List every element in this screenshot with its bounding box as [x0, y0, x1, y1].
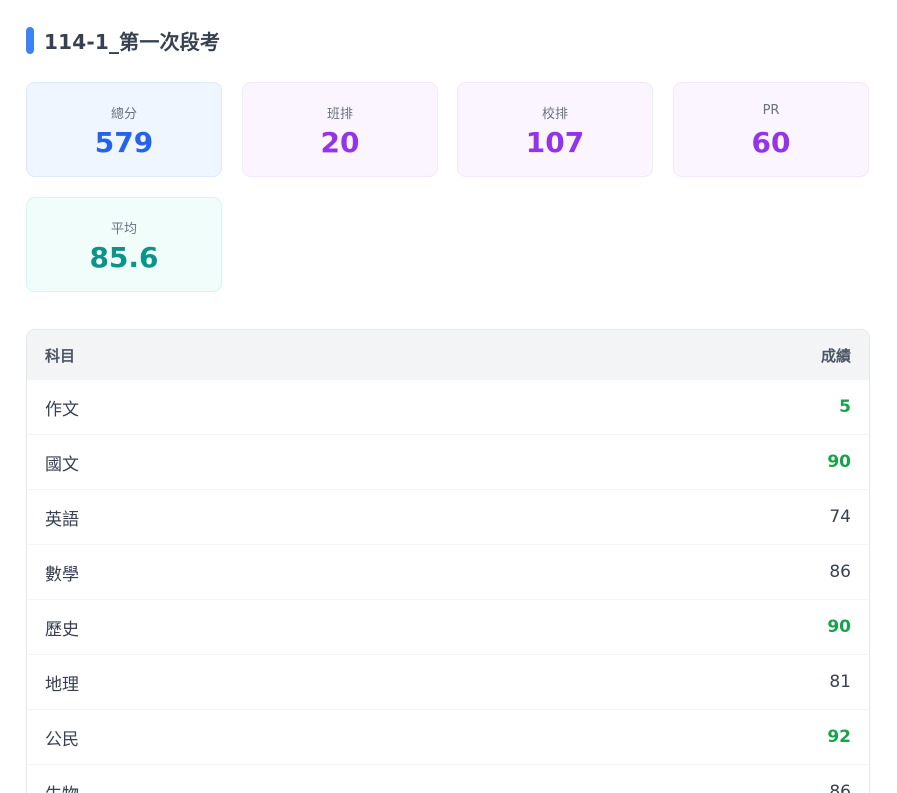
stat-label-school-rank: 校排: [541, 107, 568, 122]
table-row: 數學 86: [27, 545, 869, 600]
row-subject: 國文: [45, 454, 79, 475]
row-subject: 數學: [45, 564, 79, 585]
row-score: 86: [829, 782, 851, 793]
stat-label-pr: PR: [762, 103, 780, 118]
table-row: 國文 90: [27, 435, 869, 490]
scores-table: 科目 成績 作文 5 國文 90 英語 74 數學 86 歷史 90 地理 81…: [26, 329, 870, 793]
table-header: 科目 成績: [27, 330, 869, 380]
row-score: 5: [839, 397, 851, 417]
stat-value-class-rank: 20: [320, 126, 360, 159]
stat-label-class-rank: 班排: [326, 107, 353, 122]
row-subject: 歷史: [45, 619, 79, 640]
row-score: 92: [827, 727, 851, 747]
exam-results-page: 114-1_第一次段考 總分 579 班排 20 校排 107 PR 60 平均…: [0, 0, 897, 793]
stat-label-total: 總分: [110, 107, 137, 122]
table-row: 英語 74: [27, 490, 869, 545]
page-header: 114-1_第一次段考: [26, 26, 220, 54]
row-subject: 公民: [45, 729, 79, 750]
row-score: 90: [827, 452, 851, 472]
row-score: 90: [827, 617, 851, 637]
stat-value-pr: 60: [751, 126, 791, 159]
header-score: 成績: [820, 346, 851, 365]
row-subject: 英語: [45, 509, 79, 530]
stat-card-pr: PR 60: [673, 82, 869, 177]
row-score: 81: [829, 672, 851, 692]
row-subject: 作文: [45, 399, 79, 420]
table-row: 公民 92: [27, 710, 869, 765]
stat-value-school-rank: 107: [525, 126, 585, 159]
title-accent-bar: [26, 26, 34, 54]
row-subject: 地理: [45, 674, 79, 695]
stat-value-total: 579: [94, 126, 154, 159]
row-subject: 生物: [45, 780, 79, 793]
row-score: 86: [829, 562, 851, 582]
stat-label-average: 平均: [110, 222, 137, 237]
table-row: 生物 86: [27, 765, 869, 793]
table-row: 作文 5: [27, 380, 869, 435]
stat-card-school-rank: 校排 107: [457, 82, 653, 177]
stat-card-class-rank: 班排 20: [242, 82, 438, 177]
stat-card-total: 總分 579: [26, 82, 222, 177]
row-score: 74: [829, 507, 851, 527]
stat-value-average: 85.6: [89, 241, 159, 274]
table-row: 歷史 90: [27, 600, 869, 655]
page-title: 114-1_第一次段考: [44, 29, 221, 54]
header-subject: 科目: [45, 346, 76, 365]
table-row: 地理 81: [27, 655, 869, 710]
stat-card-average: 平均 85.6: [26, 197, 222, 292]
